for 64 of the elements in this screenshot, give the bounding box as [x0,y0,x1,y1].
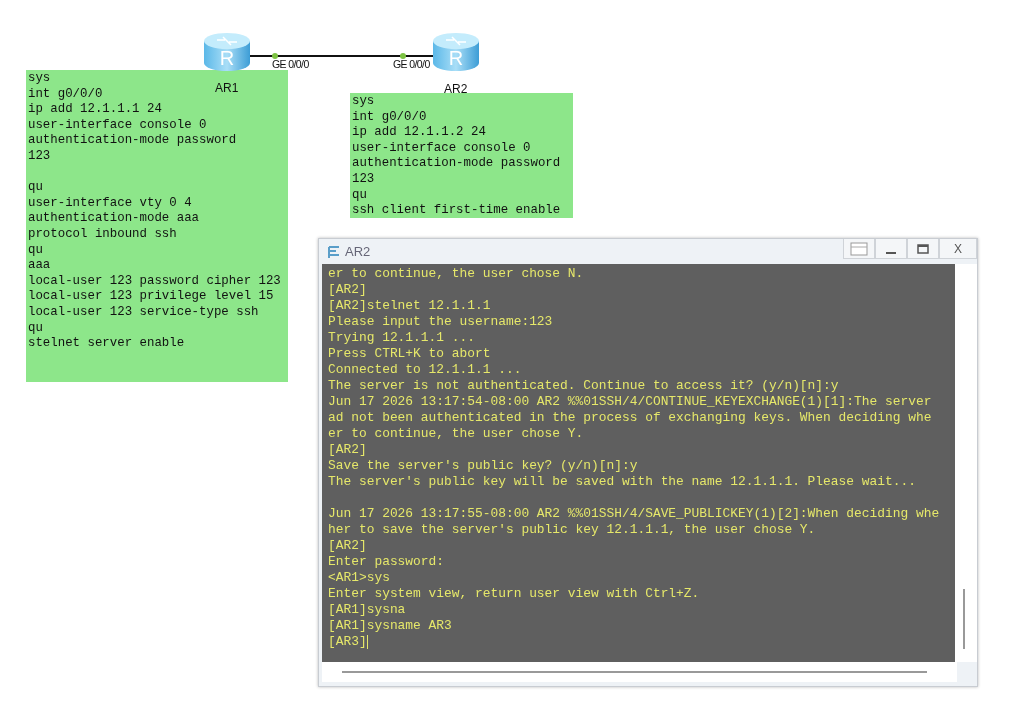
config-line: qu [352,187,367,204]
app-icon [327,243,341,260]
terminal-line: Jun 17 2026 13:17:54-08:00 AR2 %%01SSH/4/CONTINUE_KEYEXCHANGE(1)[1]:The server [328,394,932,410]
terminal-line: <AR1>sys [328,570,390,586]
config-line: 123 [28,148,51,165]
config-line: sys [28,71,51,87]
config-line: authentication-mode aaa [28,211,200,227]
terminal-line: er to continue, the user chose N. [328,266,584,282]
terminal-line: ad not been authenticated in the process of exchanging keys. When deciding whe [328,410,932,426]
maximize-icon [917,243,929,254]
config-line: int g0/0/0 [352,109,427,126]
scrollbar-thumb[interactable] [963,589,965,649]
terminal-line: her to save the server's public key 12.1.1.1, the user chose Y. [328,522,816,538]
terminal-line: [AR1]sysname AR3 [328,618,452,634]
maximize-button[interactable] [907,239,939,259]
close-button[interactable]: X [939,239,977,259]
minimize-icon [886,251,896,254]
config-line: int g0/0/0 [28,86,103,103]
device-label: AR2 [444,82,468,96]
port-label: GE 0/0/0 [393,58,430,71]
config-line: sys [352,94,375,110]
config-line: ip add 12.1.1.1 24 [28,102,162,118]
terminal-line: [AR3] [328,634,367,650]
config-line: protocol inbound ssh [28,226,177,243]
minimize-button[interactable] [875,239,907,259]
terminal-line: Trying 12.1.1.1 ... [328,330,475,346]
config-line: 123 [352,171,375,188]
config-line: qu [28,180,43,196]
terminal-line: Press CTRL+K to abort [328,346,491,362]
terminal-line: Connected to 12.1.1.1 ... [328,362,522,378]
config-line: authentication-mode password [352,156,561,172]
terminal-line: [AR2]stelnet 12.1.1.1 [328,298,491,314]
config-line: local-user 123 password cipher 123 [28,273,281,290]
terminal-line: The server's public key will be saved with the name 12.1.1.1. Please wait... [328,474,916,490]
terminal-line: Enter password: [328,554,445,570]
config-line: stelnet server enable [28,336,185,352]
terminal-line: er to continue, the user chose Y. [328,426,584,442]
config-line: local-user 123 service-type ssh [28,304,259,321]
window-layout-icon [850,241,868,256]
terminal-line: [AR2] [328,282,367,298]
config-line: ssh client first-time enable [352,203,561,219]
config-line: local-user 123 privilege level 15 [28,289,274,305]
device-label: AR1 [215,81,239,95]
terminal-line: The server is not authenticated. Continue to access it? (y/n)[n]:y [328,378,839,394]
terminal-line: Please input the username:123 [328,314,553,330]
port-label: GE 0/0/0 [272,58,309,71]
config-line: user-interface console 0 [28,117,207,134]
terminal-line: [AR2] [328,442,367,458]
terminal-line: Enter system view, return user view with Ctrl+Z. [328,586,700,602]
terminal-line: Jun 17 2026 13:17:55-08:00 AR2 %%01SSH/4/SAVE_PUBLICKEY(1)[2]:When deciding whe [328,506,940,522]
config-line: qu [28,320,43,337]
config-line: user-interface console 0 [352,140,531,157]
window-title: AR2 [345,244,371,259]
config-line: user-interface vty 0 4 [28,195,192,212]
config-line: qu [28,242,43,259]
config-line: ip add 12.1.1.2 24 [352,125,486,141]
config-line: authentication-mode password [28,133,237,149]
port-dot [400,53,406,59]
config-line: aaa [28,258,51,274]
port-dot [272,53,278,59]
terminal-line: Save the server's public key? (y/n)[n]:y [328,458,638,474]
terminal-line: [AR1]sysna [328,602,406,618]
terminal-line: [AR2] [328,538,367,554]
scrollbar-thumb[interactable] [342,671,927,673]
